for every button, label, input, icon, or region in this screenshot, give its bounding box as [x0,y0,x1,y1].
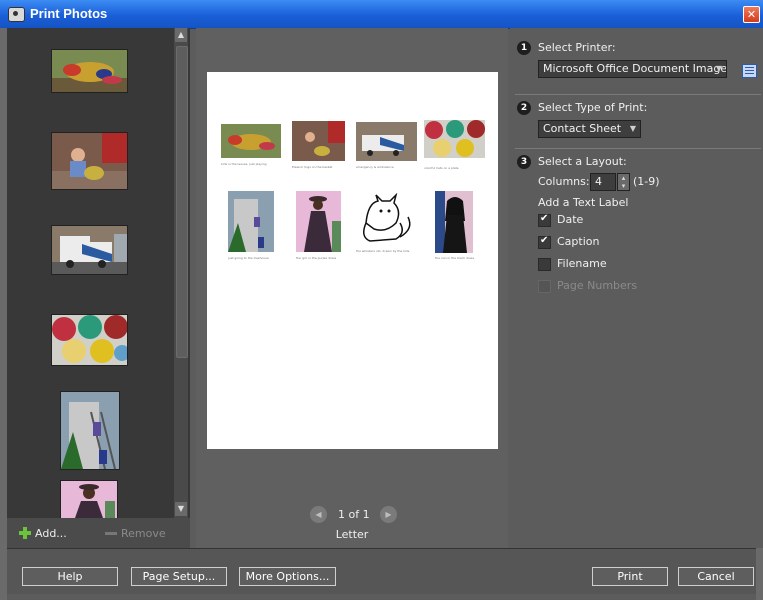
paper-size-label: Letter [335,528,369,541]
page-indicator: 1 of 1 [338,508,370,521]
thumbnail-actions-bar: Add... Remove [7,518,190,548]
step-2-badge: 2 [517,101,531,115]
select-layout-label: Select a Layout: [538,155,627,168]
window-title: Print Photos [30,6,108,21]
more-options-button[interactable]: More Options... [239,567,336,586]
preview-caption: kids in the leaves, just playing [221,162,267,166]
preview-caption: Eleanor tugs on the basket [292,165,333,169]
dialog-button-bar: Help Page Setup... More Options... Print… [7,548,756,594]
preview-photo-ambulance [356,122,417,161]
page-numbers-checkbox-label: Page Numbers [557,279,638,292]
camera-icon [8,7,25,22]
thumbnail-ambulance-truck[interactable] [52,226,127,274]
cancel-button[interactable]: Cancel [678,567,754,586]
page-numbers-checkbox [538,280,551,293]
thumbnail-colorful-hats[interactable] [52,315,127,365]
print-type-dropdown-value: Contact Sheet [543,122,622,135]
preview-caption: emergency & ambulance [356,165,394,169]
columns-value: 4 [595,175,602,188]
page-setup-button[interactable]: Page Setup... [131,567,227,586]
preview-caption: just going to the treehouse [228,256,269,260]
chevron-down-icon: ▼ [629,124,636,133]
print-preview-area: kids in the leaves, just playing Eleanor… [196,28,508,548]
divider [515,148,761,149]
thumbnail-scrollbar[interactable]: ▲ ▼ [174,28,188,518]
plus-icon [19,527,31,539]
select-printer-label: Select Printer: [538,41,616,54]
text-label-heading: Add a Text Label [538,196,629,209]
thumbnail-kids-on-ladder[interactable] [61,392,119,469]
title-bar: Print Photos ✕ [0,0,763,29]
print-photos-dialog: Print Photos ✕ ▲ ▼ Add... Remove kids in… [0,0,763,600]
close-button[interactable]: ✕ [743,6,760,23]
photo-thumbnail-panel: ▲ ▼ [7,28,190,518]
filename-checkbox-label[interactable]: Filename [557,257,607,270]
columns-range-hint: (1-9) [633,175,660,188]
scroll-thumb[interactable] [176,46,188,358]
add-photos-button[interactable]: Add... [19,527,67,540]
print-button[interactable]: Print [592,567,668,586]
scroll-up-button[interactable]: ▲ [175,28,187,42]
select-type-label: Select Type of Print: [538,101,648,114]
preview-photo-ladder [228,191,274,252]
step-3-badge: 3 [517,155,531,169]
print-type-dropdown[interactable]: Contact Sheet ▼ [538,120,641,138]
divider [515,94,761,95]
thumbnail-girl-in-purple-dress[interactable] [61,481,117,518]
thumbnail-kids-playing-grass[interactable] [52,50,127,92]
minus-icon [105,532,117,535]
preview-photo-nun [435,191,473,253]
caption-checkbox-label[interactable]: Caption [557,235,599,248]
preview-caption: colorful hats on a plate [424,166,459,170]
columns-input[interactable]: 4 [590,173,616,191]
preview-page: kids in the leaves, just playing Eleanor… [207,72,498,449]
preview-photo-toddler [292,121,345,161]
caption-checkbox[interactable] [538,235,551,249]
preview-caption: Her girl in the purple dress [296,256,337,260]
previous-page-button[interactable]: ◀ [310,506,327,523]
printer-dropdown[interactable]: Microsoft Office Document Image ▼ [538,60,727,78]
window-border-left [0,28,7,600]
print-options-panel: 1 Select Printer: Microsoft Office Docum… [510,28,763,548]
preview-photo-cat-drawing [356,193,418,246]
preview-caption: the whiskers cat, drawn by the kids [356,249,410,253]
remove-photo-button[interactable]: Remove [105,527,166,540]
preview-photo-kids-playing [221,124,281,158]
page-navigator: ◀ 1 of 1 ▶ [306,506,402,526]
printer-dropdown-value: Microsoft Office Document Image [543,62,727,75]
scroll-down-button[interactable]: ▼ [175,502,187,516]
filename-checkbox[interactable] [538,258,551,271]
preview-photo-hats [424,120,485,158]
help-button[interactable]: Help [22,567,118,586]
chevron-down-icon: ▼ [715,64,722,73]
columns-label: Columns: [538,175,590,188]
preview-caption: the nun in the black dress [435,256,475,260]
remove-label: Remove [121,527,166,540]
step-1-badge: 1 [517,41,531,55]
date-checkbox-label[interactable]: Date [557,213,583,226]
next-page-button[interactable]: ▶ [380,506,397,523]
preview-photo-purple-dress [296,191,341,252]
columns-stepper[interactable]: ▴ ▾ [617,173,630,191]
thumbnail-toddler-with-basket[interactable] [52,133,127,189]
add-label: Add... [35,527,67,540]
date-checkbox[interactable] [538,213,551,227]
printer-properties-icon[interactable] [742,64,757,78]
